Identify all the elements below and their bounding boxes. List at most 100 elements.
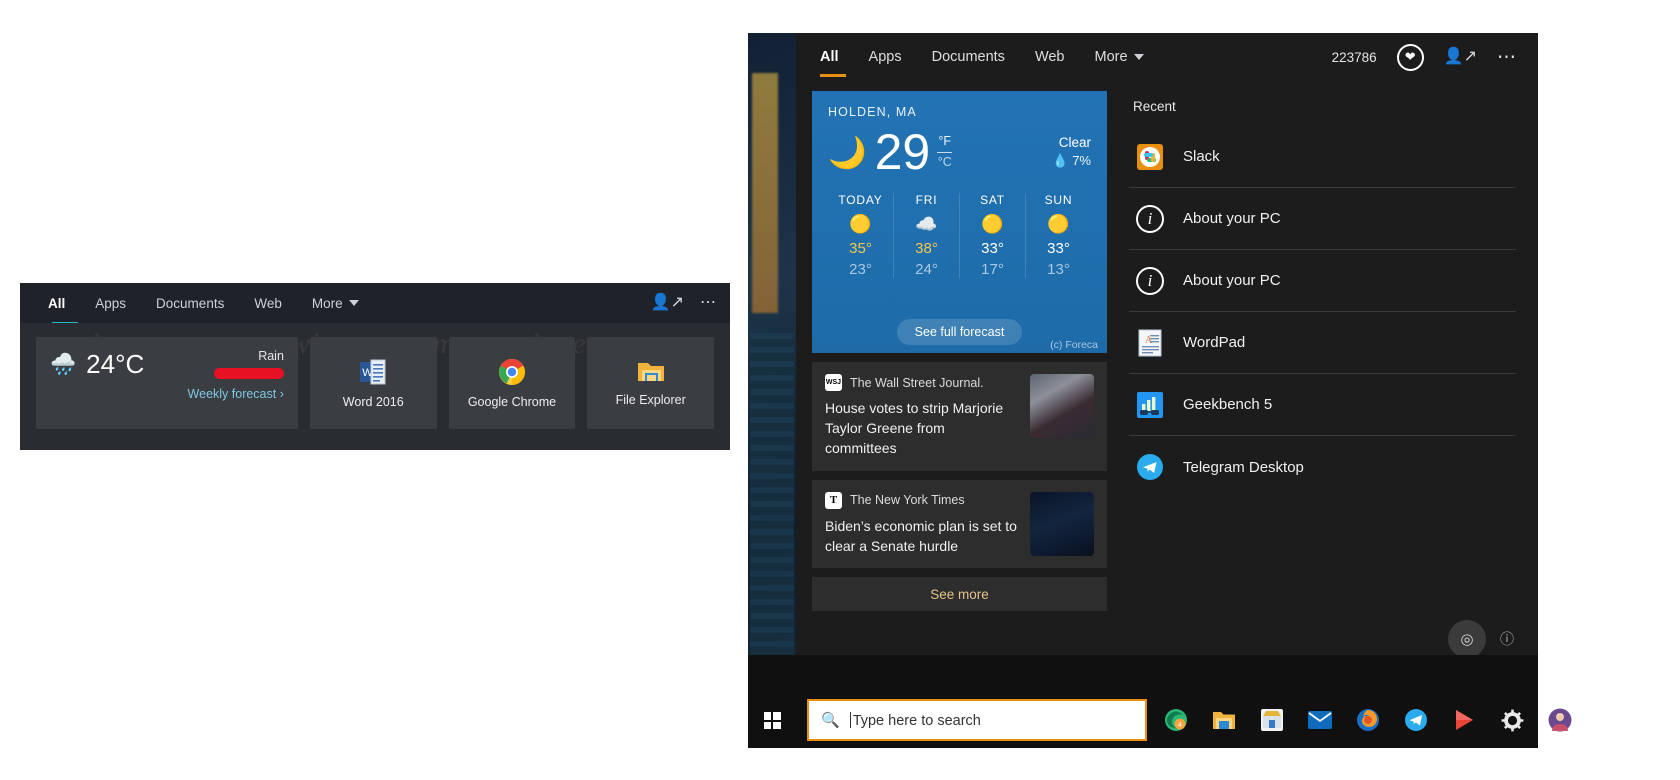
chevron-down-icon xyxy=(1133,54,1144,60)
left-tab-apps[interactable]: Apps xyxy=(93,292,128,315)
recent-item-about-your-pc[interactable]: i About your PC xyxy=(1129,250,1516,312)
user-avatar-icon[interactable] xyxy=(1547,707,1573,733)
recent-item-wordpad[interactable]: A WordPad xyxy=(1129,312,1516,374)
taskbar: 🔍 Type here to search 4 xyxy=(748,655,1572,748)
tab-web[interactable]: Web xyxy=(1035,49,1065,65)
recent-item-label: About your PC xyxy=(1183,272,1281,289)
news-headline: House votes to strip Marjorie Taylor Gre… xyxy=(825,400,1004,456)
tab-documents[interactable]: Documents xyxy=(932,49,1005,65)
folder-icon xyxy=(637,362,664,381)
rain-cloud-icon: 🌧️ xyxy=(50,352,77,376)
forecast-low: 17° xyxy=(981,261,1004,278)
weekly-forecast-link[interactable]: Weekly forecast › xyxy=(50,387,284,401)
left-tab-more-label: More xyxy=(311,295,343,311)
slack-icon xyxy=(1135,142,1165,172)
news-card[interactable]: T The New York Times Biden’s economic pl… xyxy=(812,479,1107,569)
telegram-icon[interactable] xyxy=(1403,707,1429,733)
screenshot-root: All Apps Documents Web More 👤↗ ⋯ winaero… xyxy=(0,0,1680,780)
settings-gear-icon[interactable] xyxy=(1499,707,1525,733)
start-button[interactable] xyxy=(748,693,796,748)
news-card[interactable]: WSJ The Wall Street Journal. House votes… xyxy=(812,362,1107,471)
crescent-moon-icon: 🌙 xyxy=(828,134,867,170)
left-tile-chrome[interactable]: Google Chrome xyxy=(448,337,576,429)
weather-precipitation: 💧 7% xyxy=(1052,153,1091,169)
info-icon[interactable]: ⓘ xyxy=(1500,629,1514,649)
left-weather-card[interactable]: 🌧️ 24°C Rain Weekly forecast › xyxy=(36,337,298,429)
weather-units[interactable]: °F °C xyxy=(937,134,953,170)
news-thumbnail xyxy=(1030,374,1094,438)
recent-section-title: Recent xyxy=(1133,99,1176,114)
file-explorer-icon[interactable] xyxy=(1211,707,1237,733)
sun-icon: 🟡 xyxy=(1047,214,1070,234)
left-weather-condition: Rain xyxy=(258,349,284,363)
recent-column: Recent Slack i About your PC i About you… xyxy=(1129,91,1538,681)
chevron-right-icon: › xyxy=(279,387,284,401)
left-tile-file-explorer[interactable]: File Explorer xyxy=(587,337,715,429)
microsoft-store-icon[interactable] xyxy=(1259,707,1285,733)
word-icon: W xyxy=(360,359,386,384)
news-source: The New York Times xyxy=(850,493,965,508)
feed-column: HOLDEN, MA 🌙 29 °F °C Clear 💧 7% TODAY 🟡… xyxy=(812,91,1107,681)
ellipsis-icon[interactable]: ⋯ xyxy=(700,295,716,311)
see-full-forecast-button[interactable]: See full forecast xyxy=(896,319,1023,345)
cloud-icon: ☁️ xyxy=(915,214,938,234)
person-share-icon[interactable]: 👤↗ xyxy=(1444,49,1477,65)
media-player-icon[interactable] xyxy=(1451,707,1477,733)
forecast-day-name: TODAY xyxy=(838,193,883,207)
nyt-logo-icon: T xyxy=(825,491,842,509)
forecast-day[interactable]: SAT 🟡 33° 17° xyxy=(960,193,1026,278)
person-share-icon[interactable]: 👤↗ xyxy=(651,295,684,311)
left-tab-web[interactable]: Web xyxy=(252,292,284,315)
wordpad-icon: A xyxy=(1135,328,1165,358)
tab-all[interactable]: All xyxy=(820,49,839,65)
left-results-body: winaero.com winaero.com winaero.com 🌧️ 2… xyxy=(20,323,730,450)
forecast-high: 35° xyxy=(849,240,872,257)
weather-card[interactable]: HOLDEN, MA 🌙 29 °F °C Clear 💧 7% TODAY 🟡… xyxy=(812,91,1107,353)
panel-corner-actions: ◎ ⓘ xyxy=(1448,620,1514,658)
recent-item-about-your-pc[interactable]: i About your PC xyxy=(1129,188,1516,250)
telegram-icon xyxy=(1135,452,1165,482)
mail-icon[interactable] xyxy=(1307,707,1333,733)
forecast-day[interactable]: SUN 🟡 33° 13° xyxy=(1026,193,1091,278)
sun-icon: 🟡 xyxy=(849,214,872,234)
svg-text:A: A xyxy=(1145,335,1153,346)
edge-dev-icon[interactable]: 4 xyxy=(1163,707,1189,733)
unit-celsius[interactable]: °C xyxy=(938,155,952,169)
forecast-low: 24° xyxy=(915,261,938,278)
news-thumbnail xyxy=(1030,491,1094,556)
heart-icon[interactable]: ❤ xyxy=(1396,43,1424,71)
weather-credit: (c) Foreca xyxy=(1050,339,1098,351)
weather-condition-block: Clear 💧 7% xyxy=(1052,135,1091,169)
info-circle-icon: i xyxy=(1135,204,1165,234)
unit-fahrenheit[interactable]: °F xyxy=(938,134,951,148)
visual-search-icon[interactable]: ◎ xyxy=(1448,620,1486,658)
left-tab-all[interactable]: All xyxy=(46,292,67,315)
desktop-wallpaper-strip xyxy=(748,33,796,748)
chrome-icon xyxy=(498,358,525,385)
recent-item-label: About your PC xyxy=(1183,210,1281,227)
forecast-day[interactable]: FRI ☁️ 38° 24° xyxy=(894,193,960,278)
forecast-day[interactable]: TODAY 🟡 35° 23° xyxy=(828,193,894,278)
left-tile-label: Word 2016 xyxy=(342,394,404,409)
firefox-icon[interactable] xyxy=(1355,707,1381,733)
taskbar-search-box[interactable]: 🔍 Type here to search xyxy=(807,699,1147,741)
left-search-flyout: All Apps Documents Web More 👤↗ ⋯ winaero… xyxy=(20,283,730,450)
search-input[interactable]: Type here to search xyxy=(849,711,981,729)
unit-divider xyxy=(937,151,953,153)
left-tile-word[interactable]: W Word 2016 xyxy=(309,337,437,429)
panel-columns: HOLDEN, MA 🌙 29 °F °C Clear 💧 7% TODAY 🟡… xyxy=(796,81,1538,681)
svg-text:4: 4 xyxy=(1178,722,1182,729)
ellipsis-icon[interactable]: ⋯ xyxy=(1497,46,1518,69)
recent-item-slack[interactable]: Slack xyxy=(1129,126,1516,188)
tab-more[interactable]: More xyxy=(1095,49,1144,65)
rewards-points: 223786 xyxy=(1331,49,1377,65)
see-more-button[interactable]: See more xyxy=(812,577,1107,612)
recent-item-geekbench[interactable]: Geekbench 5 xyxy=(1129,374,1516,436)
recent-item-telegram[interactable]: Telegram Desktop xyxy=(1129,436,1516,498)
left-tile-label: Google Chrome xyxy=(467,394,557,409)
tab-apps[interactable]: Apps xyxy=(869,49,902,65)
left-tab-documents[interactable]: Documents xyxy=(154,292,226,315)
forecast-high: 33° xyxy=(981,240,1004,257)
left-tab-more[interactable]: More xyxy=(310,292,361,315)
forecast-low: 13° xyxy=(1047,261,1070,278)
